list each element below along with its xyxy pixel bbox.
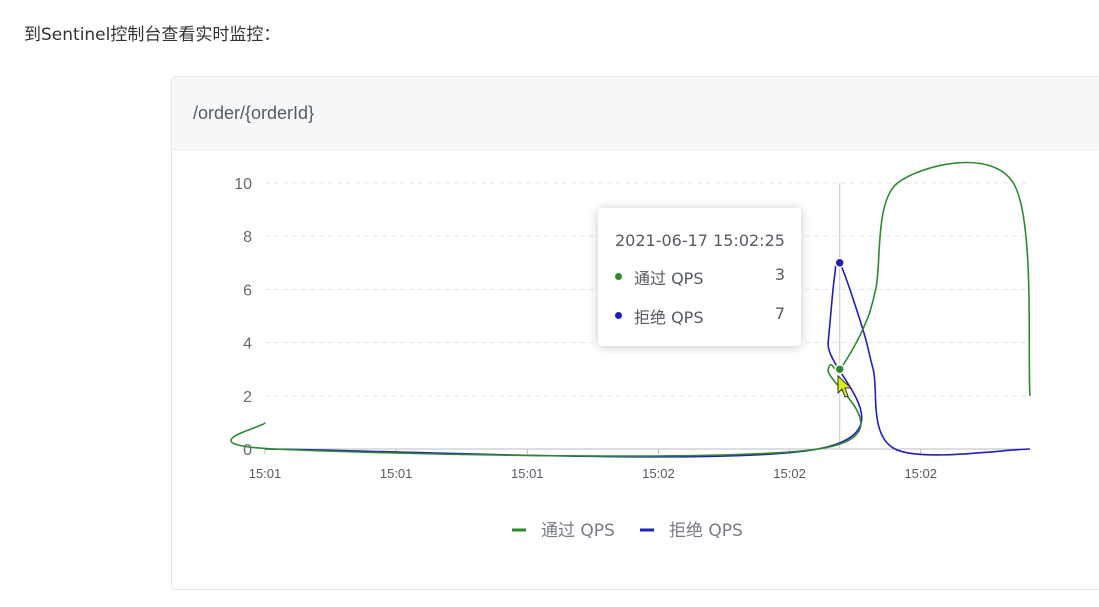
legend-block-qps[interactable]: 拒绝 QPS: [669, 521, 743, 541]
tooltip-row-block: 拒绝 QPS 7: [615, 304, 785, 327]
tooltip-time: 2021-06-17 15:02:25: [615, 231, 785, 250]
y-tick-label: 8: [243, 229, 252, 246]
y-tick-label: 10: [234, 176, 252, 193]
y-axis-ticks: 0 2 4 6 8 10: [234, 176, 252, 459]
pass-qps-marker: [834, 363, 845, 375]
chart-tooltip: 2021-06-17 15:02:25 通过 QPS 3 拒绝 QPS 7: [598, 208, 801, 346]
block-qps-marker: [834, 257, 845, 269]
tooltip-pass-name: 通过 QPS: [634, 269, 704, 288]
x-tick-label: 15:02: [642, 466, 675, 481]
x-tick-label: 15:02: [904, 466, 937, 481]
y-tick-label: 4: [243, 336, 252, 353]
tooltip-block-value: 7: [774, 304, 785, 323]
tooltip-pass-value: 3: [774, 265, 785, 284]
tooltip-row-pass: 通过 QPS 3: [615, 265, 785, 288]
y-tick-label: 2: [243, 389, 252, 406]
y-tick-label: 6: [243, 282, 252, 299]
x-tick-label: 15:02: [773, 466, 806, 481]
x-tick-label: 15:01: [380, 466, 413, 481]
tooltip-pass-dot: [615, 273, 622, 280]
x-tick-label: 15:01: [249, 466, 282, 481]
legend[interactable]: 通过 QPS 拒绝 QPS: [512, 521, 743, 541]
qps-line-chart[interactable]: 0 2 4 6 8 10 15:01 15:01 15:01 15:02 15:02 15:02 通…: [0, 0, 1099, 607]
legend-pass-qps[interactable]: 通过 QPS: [541, 521, 615, 541]
x-tick-label: 15:01: [511, 466, 544, 481]
y-tick-label: 0: [243, 442, 252, 459]
tooltip-block-name: 拒绝 QPS: [634, 308, 704, 327]
tooltip-block-dot: [615, 312, 622, 319]
